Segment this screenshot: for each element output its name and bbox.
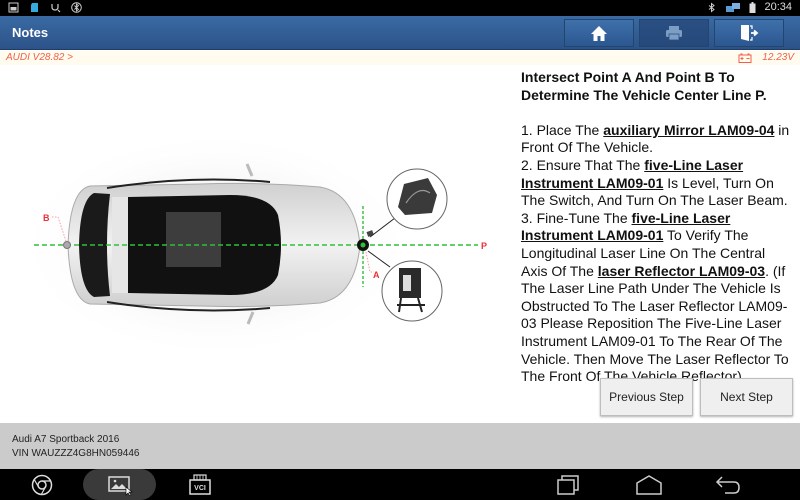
recent-apps-icon — [557, 475, 579, 495]
vehicle-model: Audi A7 Sportback 2016 — [12, 434, 120, 445]
chrome-button[interactable] — [28, 471, 56, 499]
vehicle-info-footer: Audi A7 Sportback 2016 VIN WAUZZZ4G8HN05… — [0, 423, 800, 469]
bluetooth-icon — [709, 1, 716, 13]
gallery-icon — [107, 475, 133, 496]
label-b: B — [43, 213, 50, 223]
gallery-button[interactable] — [83, 469, 156, 500]
usb-debug-icon — [51, 4, 61, 13]
step-2-text: 2. Ensure That The — [521, 156, 645, 173]
gallery-notification-icon — [8, 2, 19, 13]
next-step-button[interactable]: Next Step — [700, 378, 793, 416]
bluetooth-circle-icon — [71, 2, 82, 13]
clock: 20:34 — [764, 1, 792, 13]
step-1-tool: auxiliary Mirror LAM09-04 — [603, 121, 775, 138]
app-header: Notes — [0, 16, 800, 50]
home-button[interactable] — [564, 19, 634, 47]
exit-door-icon — [741, 25, 759, 41]
status-bar: 20:34 — [0, 0, 800, 16]
vehicle-vin: VIN WAUZZZ4G8HN059446 — [12, 448, 140, 459]
step-3-text-end: . (If The Laser Line Path Under The Vehi… — [521, 262, 789, 385]
step-2: 2. Ensure That The five-Line Laser Instr… — [521, 157, 791, 210]
vci-label: VCI — [194, 485, 206, 492]
software-version-link[interactable]: AUDI V28.82 > — [6, 52, 73, 63]
car-battery-icon — [738, 53, 752, 63]
recent-apps-button[interactable] — [555, 471, 583, 499]
car-top-view — [67, 163, 361, 325]
chrome-icon — [31, 474, 53, 496]
home-nav-icon — [636, 475, 662, 495]
sd-card-icon — [31, 3, 38, 12]
battery-icon — [749, 1, 756, 13]
step-3: 3. Fine-Tune The five-Line Laser Instrum… — [521, 210, 791, 386]
step-1-text: 1. Place The — [521, 121, 604, 138]
step-3-text: 3. Fine-Tune The — [521, 209, 632, 226]
content-area: B A P Intersect Point A And Point B To D… — [0, 65, 800, 423]
point-b-reflector — [63, 241, 71, 249]
printer-icon — [666, 26, 682, 41]
step-3-reflector: laser Reflector LAM09-03 — [597, 262, 766, 279]
android-nav-bar: VCI — [0, 469, 800, 500]
back-button[interactable] — [715, 471, 743, 499]
network-icon — [726, 2, 741, 12]
previous-step-button[interactable]: Previous Step — [600, 378, 693, 416]
home-icon — [591, 25, 607, 41]
mirror-callout — [386, 168, 448, 230]
vci-icon: VCI — [189, 474, 211, 495]
back-icon — [715, 476, 740, 494]
voltage-value: 12.23V — [762, 52, 794, 63]
home-nav-button[interactable] — [635, 471, 663, 499]
label-p: P — [481, 241, 487, 251]
info-bar: AUDI V28.82 > 12.23V — [0, 51, 800, 65]
alignment-diagram: B A P — [15, 130, 487, 360]
step-1: 1. Place The auxiliary Mirror LAM09-04 i… — [521, 122, 791, 157]
battery-voltage: 12.23V — [738, 52, 794, 63]
instructions-panel: Intersect Point A And Point B To Determi… — [521, 69, 791, 386]
print-button[interactable] — [639, 19, 709, 47]
label-a: A — [373, 270, 380, 280]
vci-button[interactable]: VCI — [186, 471, 214, 499]
instructions-heading: Intersect Point A And Point B To Determi… — [521, 69, 767, 103]
exit-button[interactable] — [714, 19, 784, 47]
laser-instrument-callout — [381, 260, 443, 322]
page-title: Notes — [12, 25, 49, 40]
